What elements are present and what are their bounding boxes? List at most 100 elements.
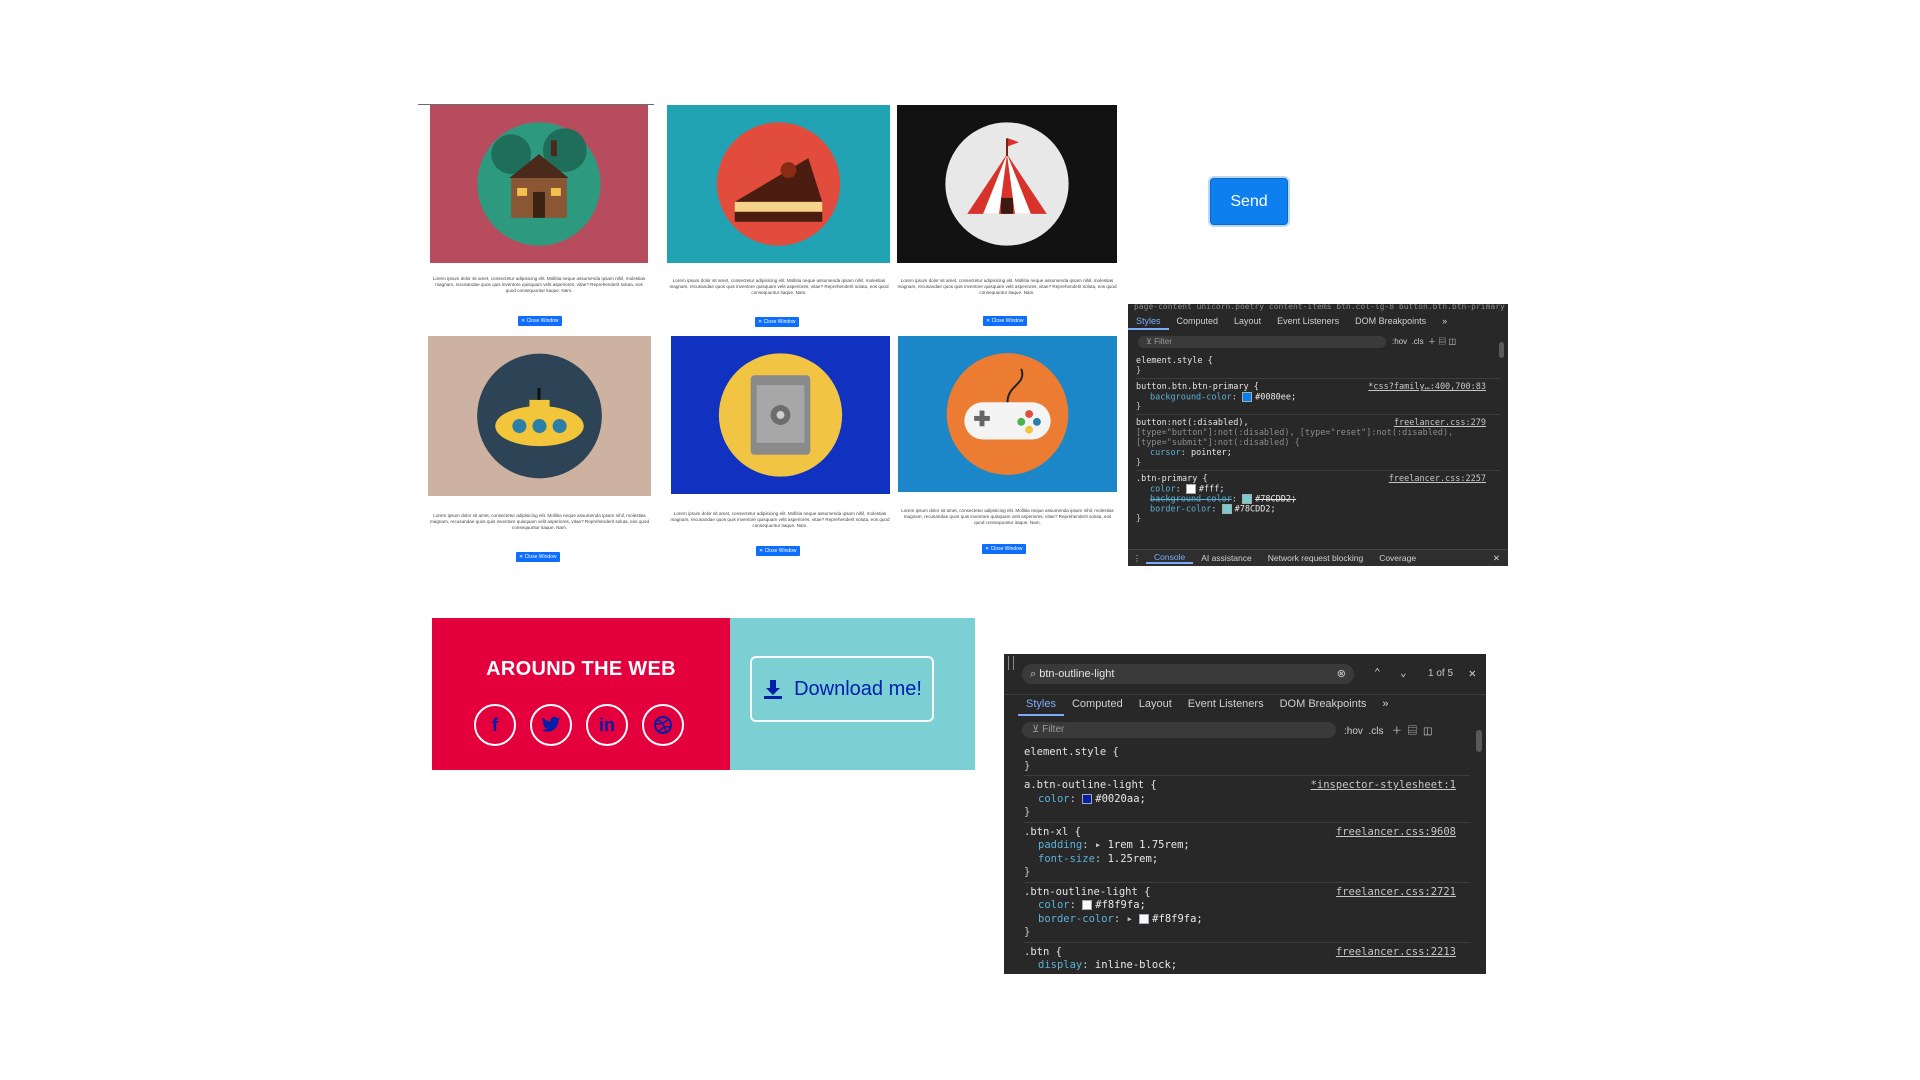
close-window-button[interactable]: ✕ Close Window bbox=[755, 317, 799, 327]
tab-layout[interactable]: Layout bbox=[1131, 698, 1180, 716]
previous-match-icon[interactable]: ⌃ bbox=[1374, 666, 1381, 679]
portfolio-card-circus[interactable] bbox=[897, 105, 1117, 263]
portfolio-card-cake[interactable] bbox=[667, 105, 890, 263]
expand-icon[interactable]: ▸ bbox=[1127, 913, 1140, 925]
dribbble-icon[interactable] bbox=[642, 704, 684, 746]
portfolio-card-cabin[interactable] bbox=[430, 105, 648, 263]
sidebar-toggle-icon[interactable]: ◫ bbox=[1449, 337, 1457, 346]
css-rule[interactable]: button.btn.btn-primary {background-color… bbox=[1136, 382, 1500, 412]
css-rule[interactable]: element.style {} bbox=[1024, 746, 1470, 773]
css-declaration[interactable]: font-size: 1.25rem; bbox=[1024, 853, 1470, 867]
stylesheet-source-link[interactable]: *css?family…:400,700:83 bbox=[1368, 382, 1486, 392]
close-window-button[interactable]: ✕ Close Window bbox=[982, 544, 1026, 554]
css-declaration[interactable]: padding: ▸ 1rem 1.75rem; bbox=[1024, 839, 1470, 853]
dribbble-ball-icon bbox=[654, 716, 672, 734]
stylesheet-source-link[interactable]: freelancer.css:2213 bbox=[1336, 946, 1456, 958]
drawer-tab-ai-assistance[interactable]: AI assistance bbox=[1193, 553, 1260, 563]
more-tabs-icon[interactable]: » bbox=[1374, 698, 1396, 716]
scrollbar[interactable] bbox=[1499, 342, 1504, 358]
color-swatch-icon[interactable] bbox=[1221, 504, 1232, 514]
css-declaration[interactable]: border-color: #78CDD2; bbox=[1136, 504, 1500, 515]
css-declaration[interactable]: background-color: #0080ee; bbox=[1136, 392, 1500, 403]
search-icon: ⌕ bbox=[1030, 668, 1037, 680]
portfolio-description: Lorem ipsum dolor sit amet, consectetur … bbox=[432, 276, 646, 294]
tab-layout[interactable]: Layout bbox=[1226, 316, 1269, 330]
hov-toggle[interactable]: :hov bbox=[1344, 726, 1363, 737]
color-swatch-icon[interactable] bbox=[1185, 484, 1196, 494]
tab-dom-breakpoints[interactable]: DOM Breakpoints bbox=[1272, 698, 1375, 716]
css-declaration[interactable]: color: #0020aa; bbox=[1024, 793, 1470, 807]
drawer-menu-icon[interactable]: ⋮ bbox=[1128, 553, 1146, 564]
tab-styles[interactable]: Styles bbox=[1018, 698, 1064, 716]
hov-toggle[interactable]: :hov bbox=[1392, 337, 1407, 346]
css-rule[interactable]: .btn-primary {color: #fff; background-col… bbox=[1136, 474, 1500, 524]
close-window-button[interactable]: ✕ Close Window bbox=[518, 316, 562, 326]
cls-toggle[interactable]: .cls bbox=[1368, 726, 1383, 737]
drawer-tab-network-blocking[interactable]: Network request blocking bbox=[1260, 553, 1371, 563]
stylesheet-source-link[interactable]: *inspector-stylesheet:1 bbox=[1311, 779, 1456, 791]
stylesheet-source-link[interactable]: freelancer.css:2721 bbox=[1336, 886, 1456, 898]
css-declaration[interactable]: cursor: pointer; bbox=[1136, 448, 1500, 458]
clear-search-icon[interactable]: ⊗ bbox=[1337, 664, 1346, 684]
portfolio-card-submarine[interactable] bbox=[428, 336, 651, 496]
rule-selector: a.btn-outline-light { bbox=[1024, 779, 1157, 791]
send-button[interactable]: Send bbox=[1210, 178, 1288, 225]
close-window-button[interactable]: ✕ Close Window bbox=[756, 546, 800, 556]
css-declaration[interactable]: background-color: #78CDD2; bbox=[1136, 494, 1500, 505]
add-rule-icon[interactable]: ＋ bbox=[1428, 337, 1436, 346]
css-declaration[interactable]: color: #fff; bbox=[1136, 484, 1500, 495]
cls-toggle[interactable]: .cls bbox=[1412, 337, 1424, 346]
tab-dom-breakpoints[interactable]: DOM Breakpoints bbox=[1347, 316, 1434, 330]
styles-filter-input[interactable]: ⊻ Filter bbox=[1022, 722, 1336, 738]
css-rule[interactable]: button:not(:disabled), [type="button"]:no… bbox=[1136, 418, 1500, 468]
twitter-icon[interactable] bbox=[530, 704, 572, 746]
sidebar-toggle-icon[interactable]: ◫ bbox=[1423, 726, 1432, 737]
css-rule[interactable]: element.style {} bbox=[1136, 356, 1500, 376]
portfolio-card-game[interactable] bbox=[898, 336, 1117, 492]
styles-filter-input[interactable]: ⊻ Filter bbox=[1138, 336, 1386, 348]
devtools-breadcrumb[interactable]: page-content unicorn.poetry content-item… bbox=[1134, 304, 1508, 312]
rule-divider bbox=[1024, 775, 1470, 776]
tab-event-listeners[interactable]: Event Listeners bbox=[1269, 316, 1347, 330]
color-swatch-icon[interactable] bbox=[1082, 900, 1093, 910]
next-match-icon[interactable]: ⌄ bbox=[1400, 666, 1407, 679]
facebook-icon[interactable]: f bbox=[474, 704, 516, 746]
drawer-tab-console[interactable]: Console bbox=[1146, 552, 1194, 564]
close-search-icon[interactable]: ✕ bbox=[1469, 666, 1476, 680]
filter-placeholder: Filter bbox=[1154, 337, 1172, 346]
expand-icon[interactable]: ▸ bbox=[1095, 839, 1108, 851]
css-declaration[interactable]: display: inline-block; bbox=[1024, 959, 1470, 973]
tab-styles[interactable]: Styles bbox=[1128, 316, 1169, 330]
tab-computed[interactable]: Computed bbox=[1064, 698, 1131, 716]
scrollbar[interactable] bbox=[1476, 730, 1482, 752]
portfolio-card-safe[interactable] bbox=[671, 336, 890, 494]
close-drawer-icon[interactable]: ✕ bbox=[1493, 553, 1508, 564]
search-input[interactable]: ⌕ btn-outline-light ⊗ bbox=[1022, 664, 1354, 684]
stylesheet-source-link[interactable]: freelancer.css:2257 bbox=[1389, 474, 1486, 484]
tab-event-listeners[interactable]: Event Listeners bbox=[1180, 698, 1272, 716]
drawer-tab-coverage[interactable]: Coverage bbox=[1371, 553, 1424, 563]
drag-handle[interactable] bbox=[1008, 656, 1014, 670]
css-rule[interactable]: .btn-xl {padding: ▸ 1rem 1.75rem; font-si… bbox=[1024, 826, 1470, 880]
more-tabs-icon[interactable]: » bbox=[1434, 316, 1455, 330]
color-swatch-icon[interactable] bbox=[1082, 793, 1093, 804]
close-window-button[interactable]: ✕ Close Window bbox=[983, 316, 1027, 326]
css-declaration[interactable]: color: #f8f9fa; bbox=[1024, 899, 1470, 913]
paint-icon[interactable]: ▤ bbox=[1407, 726, 1417, 737]
css-declaration[interactable]: border-color: ▸ #f8f9fa; bbox=[1024, 913, 1470, 927]
rule-selector: button:not(:disabled), bbox=[1136, 418, 1249, 428]
linkedin-icon[interactable]: in bbox=[586, 704, 628, 746]
css-rule[interactable]: .btn-outline-light {color: #f8f9fa; borde… bbox=[1024, 886, 1470, 940]
close-window-button[interactable]: ✕ Close Window bbox=[516, 552, 560, 562]
stylesheet-source-link[interactable]: freelancer.css:279 bbox=[1394, 418, 1486, 428]
stylesheet-source-link[interactable]: freelancer.css:9608 bbox=[1336, 826, 1456, 838]
add-rule-icon[interactable]: ＋ bbox=[1392, 726, 1402, 737]
color-swatch-icon[interactable] bbox=[1242, 392, 1253, 402]
color-swatch-icon[interactable] bbox=[1139, 913, 1150, 924]
css-rule[interactable]: a.btn-outline-light {color: #0020aa;} *in… bbox=[1024, 779, 1470, 820]
color-swatch-icon[interactable] bbox=[1242, 494, 1253, 504]
download-button[interactable]: Download me! bbox=[750, 656, 934, 722]
tab-computed[interactable]: Computed bbox=[1169, 316, 1227, 330]
css-rule[interactable]: .btn {display: inline-block; freelancer.c… bbox=[1024, 946, 1470, 973]
paint-icon[interactable]: ▤ bbox=[1438, 337, 1446, 346]
